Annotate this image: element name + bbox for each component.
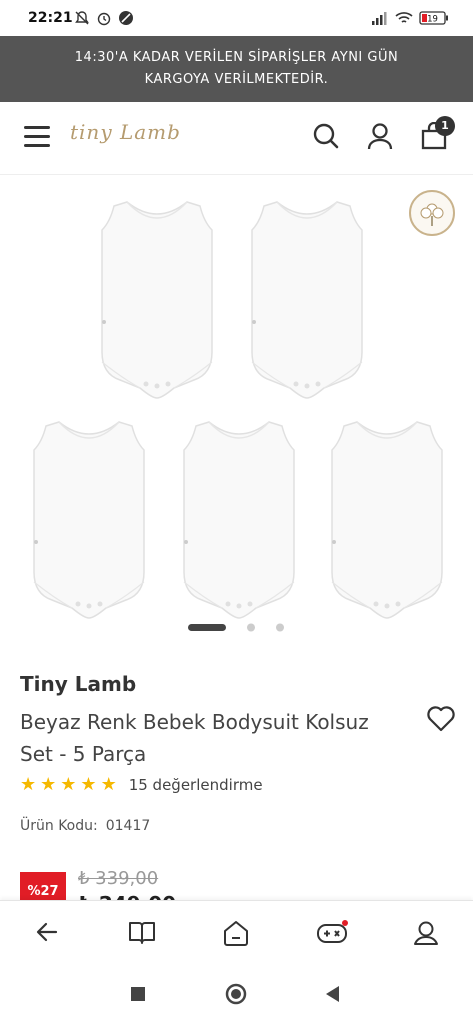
bottom-navigation (0, 900, 473, 967)
banner-line-2: KARGOYA VERİLMEKTEDİR. (144, 72, 329, 87)
status-bar: 22:21 19 (0, 0, 473, 36)
site-logo[interactable]: tiny Lamb (70, 120, 181, 144)
home-button-icon[interactable] (225, 983, 247, 1005)
mute-bell-icon (75, 11, 89, 25)
home-icon[interactable] (222, 919, 250, 947)
star-icon: ★ (20, 774, 37, 795)
cart-count-badge: 1 (435, 116, 455, 136)
product-rating[interactable]: ★ ★ ★ ★ ★ 15 değerlendirme (20, 774, 263, 795)
book-icon[interactable] (128, 919, 156, 945)
star-icon: ★ (80, 774, 97, 795)
star-icon: ★ (60, 774, 77, 795)
system-navigation-bar (0, 966, 473, 1024)
data-saver-icon (119, 11, 133, 25)
product-code-value: 01417 (105, 818, 151, 834)
site-header: tiny Lamb (0, 102, 473, 175)
shipping-banner: 14:30'A KADAR VERİLEN SİPARİŞLER AYNI GÜ… (0, 36, 473, 102)
pagination-dot[interactable] (276, 623, 284, 632)
alarm-icon (97, 12, 111, 26)
status-right-icons: 19 (371, 11, 449, 25)
gallery-pagination[interactable] (0, 618, 473, 632)
product-title: Beyaz Renk Bebek Bodysuit Kolsuz Set - 5… (20, 710, 369, 766)
old-price: ₺ 339,00 (78, 868, 159, 889)
recent-apps-icon[interactable] (130, 986, 146, 1002)
product-info: Tiny Lamb Beyaz Renk Bebek Bodysuit Kols… (20, 672, 460, 770)
banner-line-1: 14:30'A KADAR VERİLEN SİPARİŞLER AYNI GÜ… (74, 50, 399, 65)
product-brand[interactable]: Tiny Lamb (20, 672, 460, 696)
organic-cotton-icon (409, 190, 455, 236)
star-icon: ★ (100, 774, 117, 795)
battery-level: 19 (427, 15, 438, 25)
system-back-icon[interactable] (324, 985, 340, 1003)
product-image-gallery[interactable] (0, 182, 473, 632)
signal-icon (372, 12, 387, 25)
search-icon[interactable] (312, 122, 340, 150)
star-icon: ★ (40, 774, 57, 795)
profile-icon[interactable] (412, 919, 440, 947)
favorite-heart-icon[interactable] (427, 706, 455, 732)
user-icon[interactable] (367, 122, 393, 150)
back-arrow-icon[interactable] (34, 919, 60, 945)
hamburger-menu-icon[interactable] (24, 126, 50, 148)
status-left-icons (74, 10, 134, 26)
battery-icon: 19 (419, 11, 448, 25)
status-time: 22:21 (28, 10, 73, 26)
pagination-dot-active[interactable] (188, 624, 226, 631)
game-controller-icon[interactable] (316, 919, 348, 945)
rating-count[interactable]: 15 değerlendirme (129, 776, 263, 794)
pagination-dot[interactable] (247, 623, 255, 632)
product-code-label: Ürün Kodu: (20, 818, 98, 834)
wifi-icon (395, 12, 413, 23)
product-code: Ürün Kodu: 01417 (20, 818, 150, 834)
notification-dot (342, 920, 348, 926)
bodysuit-set-image (33, 201, 443, 619)
